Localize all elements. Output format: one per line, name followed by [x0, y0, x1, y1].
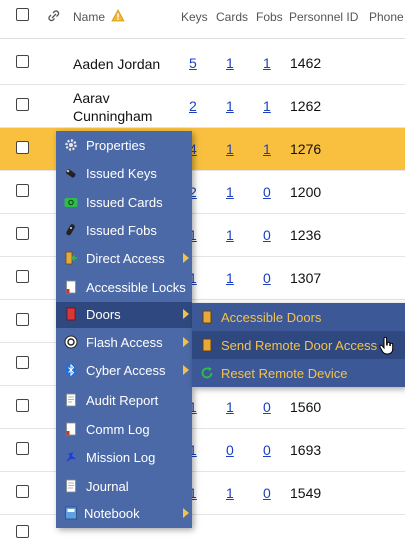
personnel-id: 1262	[290, 98, 322, 114]
row-checkbox[interactable]	[16, 313, 29, 326]
cards-count-link[interactable]: 1	[226, 227, 234, 243]
fobs-count-link[interactable]: 0	[263, 270, 271, 286]
row-checkbox[interactable]	[16, 485, 29, 498]
select-all-checkbox[interactable]	[16, 8, 29, 21]
fobs-count-link[interactable]: 0	[263, 184, 271, 200]
menu-item-audit-report[interactable]: Audit Report	[56, 388, 192, 414]
submenu-arrow-icon	[183, 309, 189, 319]
column-header-personnel-id[interactable]: Personnel ID	[289, 10, 358, 24]
menu-item-comm-log[interactable]: Comm Log	[56, 417, 192, 443]
log-icon	[66, 422, 76, 436]
gear-icon	[65, 139, 77, 151]
mission-icon	[66, 452, 76, 462]
table-row[interactable]: Aarav Cunningham 2 1 1 1262	[0, 85, 405, 128]
menu-item-flash-access[interactable]: Flash Access	[56, 330, 192, 356]
door-icon	[202, 310, 212, 324]
menu-item-properties[interactable]: Properties	[56, 133, 192, 159]
column-header-keys[interactable]: Keys	[181, 10, 208, 24]
row-checkbox[interactable]	[16, 399, 29, 412]
bluetooth-icon	[66, 363, 76, 377]
link-icon[interactable]	[47, 9, 61, 23]
column-header-name[interactable]: Name	[73, 10, 105, 24]
submenu-arrow-icon	[183, 337, 189, 347]
personnel-id: 1462	[290, 55, 322, 71]
fob-icon	[66, 224, 75, 236]
cards-count-link[interactable]: 0	[226, 442, 234, 458]
notebook-icon	[65, 506, 77, 520]
personnel-id: 1200	[290, 184, 322, 200]
person-name[interactable]: Aaden Jordan	[73, 55, 160, 73]
doors-submenu: Accessible Doors Send Remote Door Access…	[192, 303, 405, 387]
cards-count-link[interactable]: 1	[226, 485, 234, 501]
row-checkbox[interactable]	[16, 525, 29, 538]
submenu-item-accessible-doors[interactable]: Accessible Doors	[192, 303, 405, 331]
refresh-icon	[201, 367, 213, 379]
personnel-id: 1307	[290, 270, 322, 286]
fobs-count-link[interactable]: 1	[263, 98, 271, 114]
door-icon	[66, 307, 76, 321]
row-checkbox[interactable]	[16, 55, 29, 68]
row-checkbox[interactable]	[16, 227, 29, 240]
menu-item-accessible-locks[interactable]: Accessible Locks	[56, 275, 192, 301]
submenu-item-reset-remote-device[interactable]: Reset Remote Device	[192, 359, 405, 387]
fobs-count-link[interactable]: 0	[263, 399, 271, 415]
menu-item-mission-log[interactable]: Mission Log	[56, 445, 192, 471]
menu-item-issued-cards[interactable]: Issued Cards	[56, 190, 192, 216]
submenu-arrow-icon	[183, 253, 189, 263]
personnel-id: 1276	[290, 141, 322, 157]
row-checkbox[interactable]	[16, 442, 29, 455]
key-icon	[65, 169, 76, 178]
cards-count-link[interactable]: 1	[226, 55, 234, 71]
fobs-count-link[interactable]: 0	[263, 485, 271, 501]
keys-count-link[interactable]: 5	[189, 55, 197, 71]
context-menu: Properties Issued Keys Issued Cards Issu…	[56, 131, 192, 528]
cards-count-link[interactable]: 1	[226, 270, 234, 286]
menu-item-issued-fobs[interactable]: Issued Fobs	[56, 218, 192, 244]
menu-item-issued-keys[interactable]: Issued Keys	[56, 161, 192, 187]
row-checkbox[interactable]	[16, 356, 29, 369]
fobs-count-link[interactable]: 0	[263, 227, 271, 243]
personnel-id: 1549	[290, 485, 322, 501]
row-checkbox[interactable]	[16, 184, 29, 197]
personnel-id: 1693	[290, 442, 322, 458]
hand-cursor-icon	[379, 337, 394, 355]
row-checkbox[interactable]	[16, 270, 29, 283]
flash-icon	[64, 335, 78, 349]
journal-icon	[66, 479, 76, 493]
cards-count-link[interactable]: 1	[226, 141, 234, 157]
menu-item-direct-access[interactable]: Direct Access	[56, 246, 192, 272]
row-checkbox[interactable]	[16, 141, 29, 154]
document-icon	[66, 280, 76, 294]
door-icon	[202, 338, 212, 352]
cards-count-link[interactable]: 1	[226, 399, 234, 415]
person-name[interactable]: Aarav Cunningham	[73, 89, 153, 125]
card-icon	[64, 198, 78, 207]
row-checkbox[interactable]	[16, 98, 29, 111]
warning-icon	[111, 9, 125, 22]
menu-item-journal[interactable]: Journal	[56, 474, 192, 500]
direct-access-icon	[65, 251, 77, 265]
fobs-count-link[interactable]: 1	[263, 55, 271, 71]
personnel-id: 1560	[290, 399, 322, 415]
menu-item-notebook[interactable]: Notebook	[56, 501, 192, 527]
cards-count-link[interactable]: 1	[226, 98, 234, 114]
menu-item-cyber-access[interactable]: Cyber Access	[56, 358, 192, 384]
column-header-phone[interactable]: Phone	[369, 10, 404, 24]
keys-count-link[interactable]: 2	[189, 98, 197, 114]
cards-count-link[interactable]: 1	[226, 184, 234, 200]
report-icon	[66, 393, 76, 407]
column-header-cards[interactable]: Cards	[216, 10, 248, 24]
personnel-id: 1236	[290, 227, 322, 243]
fobs-count-link[interactable]: 1	[263, 141, 271, 157]
table-row[interactable]: Aaden Jordan 5 1 1 1462	[0, 42, 405, 85]
submenu-arrow-icon	[183, 365, 189, 375]
column-header-fobs[interactable]: Fobs	[256, 10, 283, 24]
submenu-arrow-icon	[183, 508, 189, 518]
submenu-item-send-remote-door-access[interactable]: Send Remote Door Access	[192, 331, 405, 359]
menu-item-doors[interactable]: Doors	[56, 302, 192, 328]
table-header: Name Keys Cards Fobs Personnel ID Phone	[0, 0, 405, 39]
fobs-count-link[interactable]: 0	[263, 442, 271, 458]
